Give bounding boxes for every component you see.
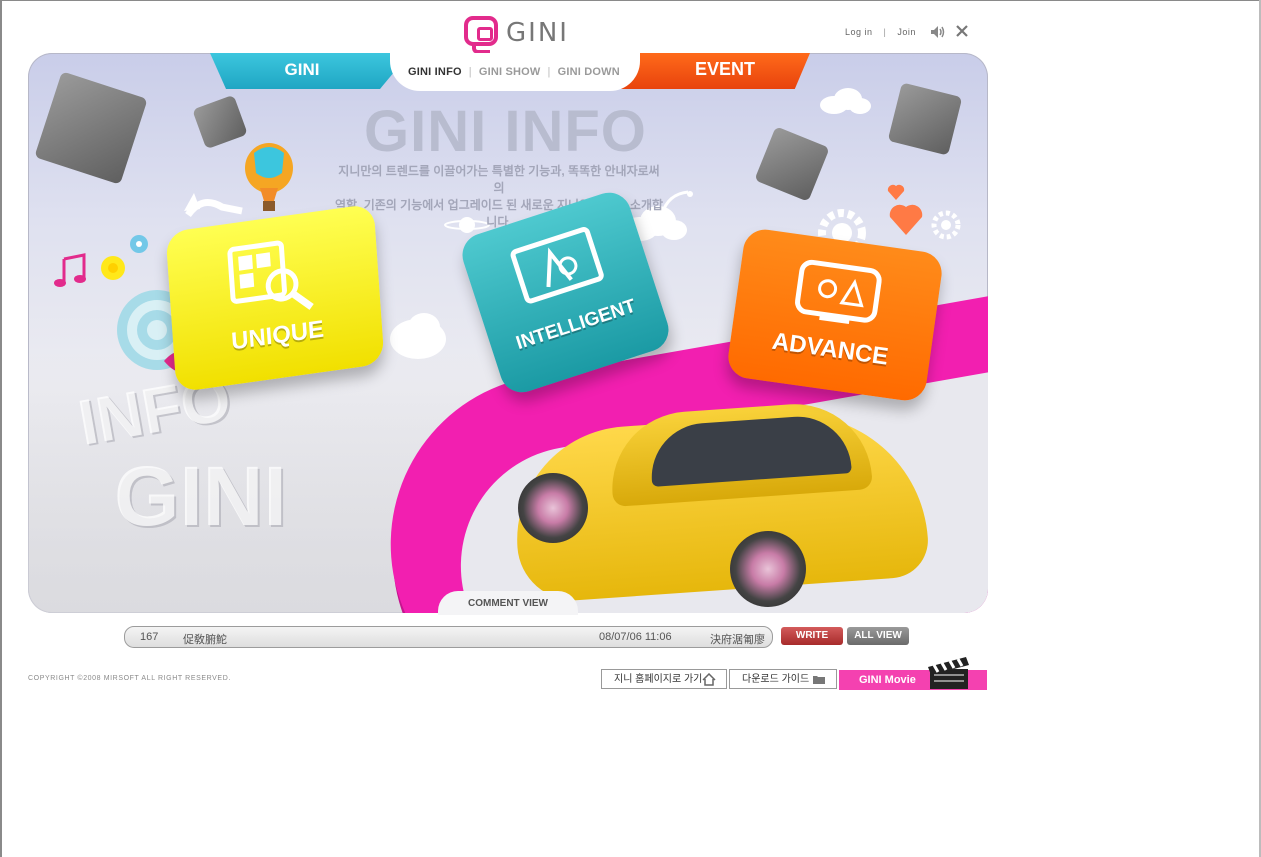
clapperboard-icon bbox=[928, 657, 969, 689]
close-icon[interactable] bbox=[955, 24, 969, 38]
subnav-gini-show[interactable]: GINI SHOW bbox=[479, 66, 541, 78]
comment-view-tab[interactable]: COMMENT VIEW bbox=[438, 598, 578, 609]
download-guide-button[interactable]: 다운로드 가이드 bbox=[729, 669, 837, 689]
gray-cube-icon bbox=[34, 71, 148, 185]
sun-screen-icon bbox=[795, 259, 882, 325]
car-wheel bbox=[518, 473, 588, 543]
gray-cube-icon bbox=[192, 94, 248, 150]
heart-icon bbox=[887, 184, 905, 200]
flower-icon bbox=[101, 256, 125, 280]
grid-magnifier-icon bbox=[227, 240, 314, 310]
top-links: Log in | Join bbox=[845, 27, 916, 37]
folder-icon bbox=[813, 676, 825, 684]
gini-logo-text: GINI bbox=[506, 18, 569, 48]
copyright-text: COPYRIGHT ©2008 MIRSOFT ALL RIGHT RESERV… bbox=[28, 675, 231, 682]
gini-logo[interactable]: GINI bbox=[464, 16, 574, 54]
hot-air-balloon-icon bbox=[245, 143, 293, 211]
arrow-icon bbox=[184, 193, 243, 218]
login-link[interactable]: Log in bbox=[845, 27, 873, 37]
subnav: GINI INFO | GINI SHOW | GINI DOWN bbox=[408, 66, 620, 78]
window-left-border bbox=[0, 0, 2, 857]
description-line: 지니만의 트렌드를 이끌어가는 특별한 기능과, 똑똑한 안내자로써의 bbox=[338, 164, 660, 195]
car-wheel bbox=[730, 531, 806, 607]
background-gini-text: GINI bbox=[114, 449, 287, 543]
comment-date: 08/07/06 11:06 bbox=[599, 631, 672, 643]
house-icon bbox=[702, 673, 716, 686]
cloud-icon bbox=[820, 88, 871, 114]
intelligent-tile-label: INTELLIGENT bbox=[513, 295, 639, 355]
download-guide-label: 다운로드 가이드 bbox=[742, 674, 810, 685]
tab-event[interactable]: EVENT bbox=[680, 59, 770, 80]
gray-cube-icon bbox=[754, 126, 830, 202]
unique-tile-button[interactable]: UNIQUE bbox=[165, 203, 385, 393]
heart-icon bbox=[889, 204, 923, 235]
music-note-icon bbox=[54, 253, 86, 287]
window-top-border bbox=[0, 0, 1261, 1]
comment-row[interactable]: 167 促敎腑鮀 08/07/06 11:06 決府涺匍廖 bbox=[124, 626, 773, 648]
advance-tile-label: ADVANCE bbox=[770, 327, 890, 371]
page-title: GINI INFO bbox=[364, 99, 647, 164]
write-button[interactable]: WRITE bbox=[781, 627, 843, 645]
homepage-button-label: 지니 홈페이지로 가기 bbox=[614, 674, 703, 685]
speaker-icon[interactable] bbox=[929, 24, 945, 40]
comment-author: 決府涺匍廖 bbox=[710, 634, 765, 646]
flower-icon bbox=[130, 235, 148, 253]
satellite-dish-icon bbox=[660, 190, 693, 215]
gear-icon bbox=[931, 210, 961, 240]
advance-tile-button[interactable]: ADVANCE bbox=[725, 226, 945, 404]
cloud-icon bbox=[390, 313, 446, 359]
navigation-screen-icon bbox=[510, 227, 604, 304]
subnav-gini-info[interactable]: GINI INFO bbox=[408, 66, 462, 78]
tab-gini[interactable]: GINI bbox=[262, 60, 342, 80]
link-separator: | bbox=[883, 27, 887, 37]
all-view-button[interactable]: ALL VIEW bbox=[847, 627, 909, 645]
comment-number: 167 bbox=[140, 631, 159, 643]
subnav-gini-down[interactable]: GINI DOWN bbox=[558, 66, 620, 78]
join-link[interactable]: Join bbox=[897, 27, 916, 37]
gini-logo-mark-icon bbox=[464, 16, 498, 46]
comment-text: 促敎腑鮀 bbox=[183, 634, 227, 646]
gray-cube-icon bbox=[887, 82, 963, 156]
homepage-button[interactable]: 지니 홈페이지로 가기 bbox=[601, 669, 727, 689]
